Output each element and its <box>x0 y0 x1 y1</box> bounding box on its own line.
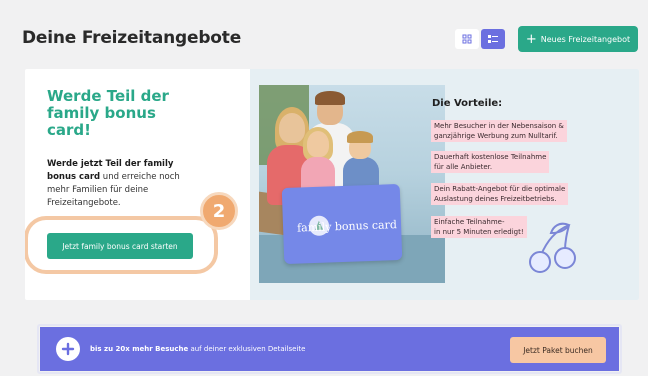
book-package-button[interactable]: Jetzt Paket buchen <box>510 337 606 363</box>
benefit-line: Mehr Besucher in der Nebensaison & <box>434 122 564 130</box>
bonus-card-image: family bonus card <box>281 183 403 265</box>
bonus-card-label: family bonus card <box>296 218 398 235</box>
benefit-item: Mehr Besucher in der Nebensaison & ganzj… <box>431 120 567 142</box>
plus-icon <box>56 337 80 361</box>
photo-person-head <box>279 113 305 143</box>
benefit-item: Einfache Teilnahme- in nur 5 Minuten erl… <box>431 216 527 238</box>
benefit-line: Dein Rabatt-Angebot für die optimale <box>434 185 566 193</box>
plus-icon: + <box>525 31 537 47</box>
photo-person-head <box>307 131 329 157</box>
benefit-line: Einfache Teilnahme- <box>434 218 505 226</box>
photo-person-hair <box>315 91 345 105</box>
promo-card: Werde Teil der family bonus card! Werde … <box>25 69 639 300</box>
upsell-text: bis zu 20x mehr Besuche auf deiner exklu… <box>90 345 305 353</box>
benefits-title: Die Vorteile: <box>432 98 503 109</box>
grid-icon <box>462 34 472 44</box>
view-toggle <box>455 29 505 49</box>
step-badge: 2 <box>200 192 238 230</box>
cherry-icon <box>529 222 576 273</box>
highlight-ring <box>25 216 218 274</box>
benefit-line: Auslastung deines Freizeitbetriebs. <box>434 195 557 203</box>
new-offer-button[interactable]: + Neues Freizeitangebot <box>518 26 638 52</box>
upsell-text-rest: auf deiner exklusiven Detailseite <box>188 345 306 353</box>
benefit-item: Dauerhaft kostenlose Teilnahme für alle … <box>431 151 550 173</box>
list-view-button[interactable] <box>481 29 505 49</box>
benefit-item: Dein Rabatt-Angebot für die optimale Aus… <box>431 183 569 205</box>
benefit-line: für alle Anbieter. <box>434 163 493 171</box>
promo-heading: Werde Teil der family bonus card! <box>47 87 169 139</box>
benefit-line: ganzjährige Werbung zum Nulltarif. <box>434 132 558 140</box>
benefit-line: in nur 5 Minuten erledigt! <box>434 228 524 236</box>
new-offer-label: Neues Freizeitangebot <box>540 34 631 44</box>
photo-person-hair <box>347 131 373 143</box>
upsell-text-bold: bis zu 20x mehr Besuche <box>90 345 189 353</box>
grid-view-button[interactable] <box>455 29 479 49</box>
page-title: Deine Freizeitangebote <box>22 28 242 48</box>
list-icon <box>488 35 498 43</box>
promo-text: Werde jetzt Teil der family bonus card u… <box>47 158 187 210</box>
benefit-line: Dauerhaft kostenlose Teilnahme <box>434 153 547 161</box>
